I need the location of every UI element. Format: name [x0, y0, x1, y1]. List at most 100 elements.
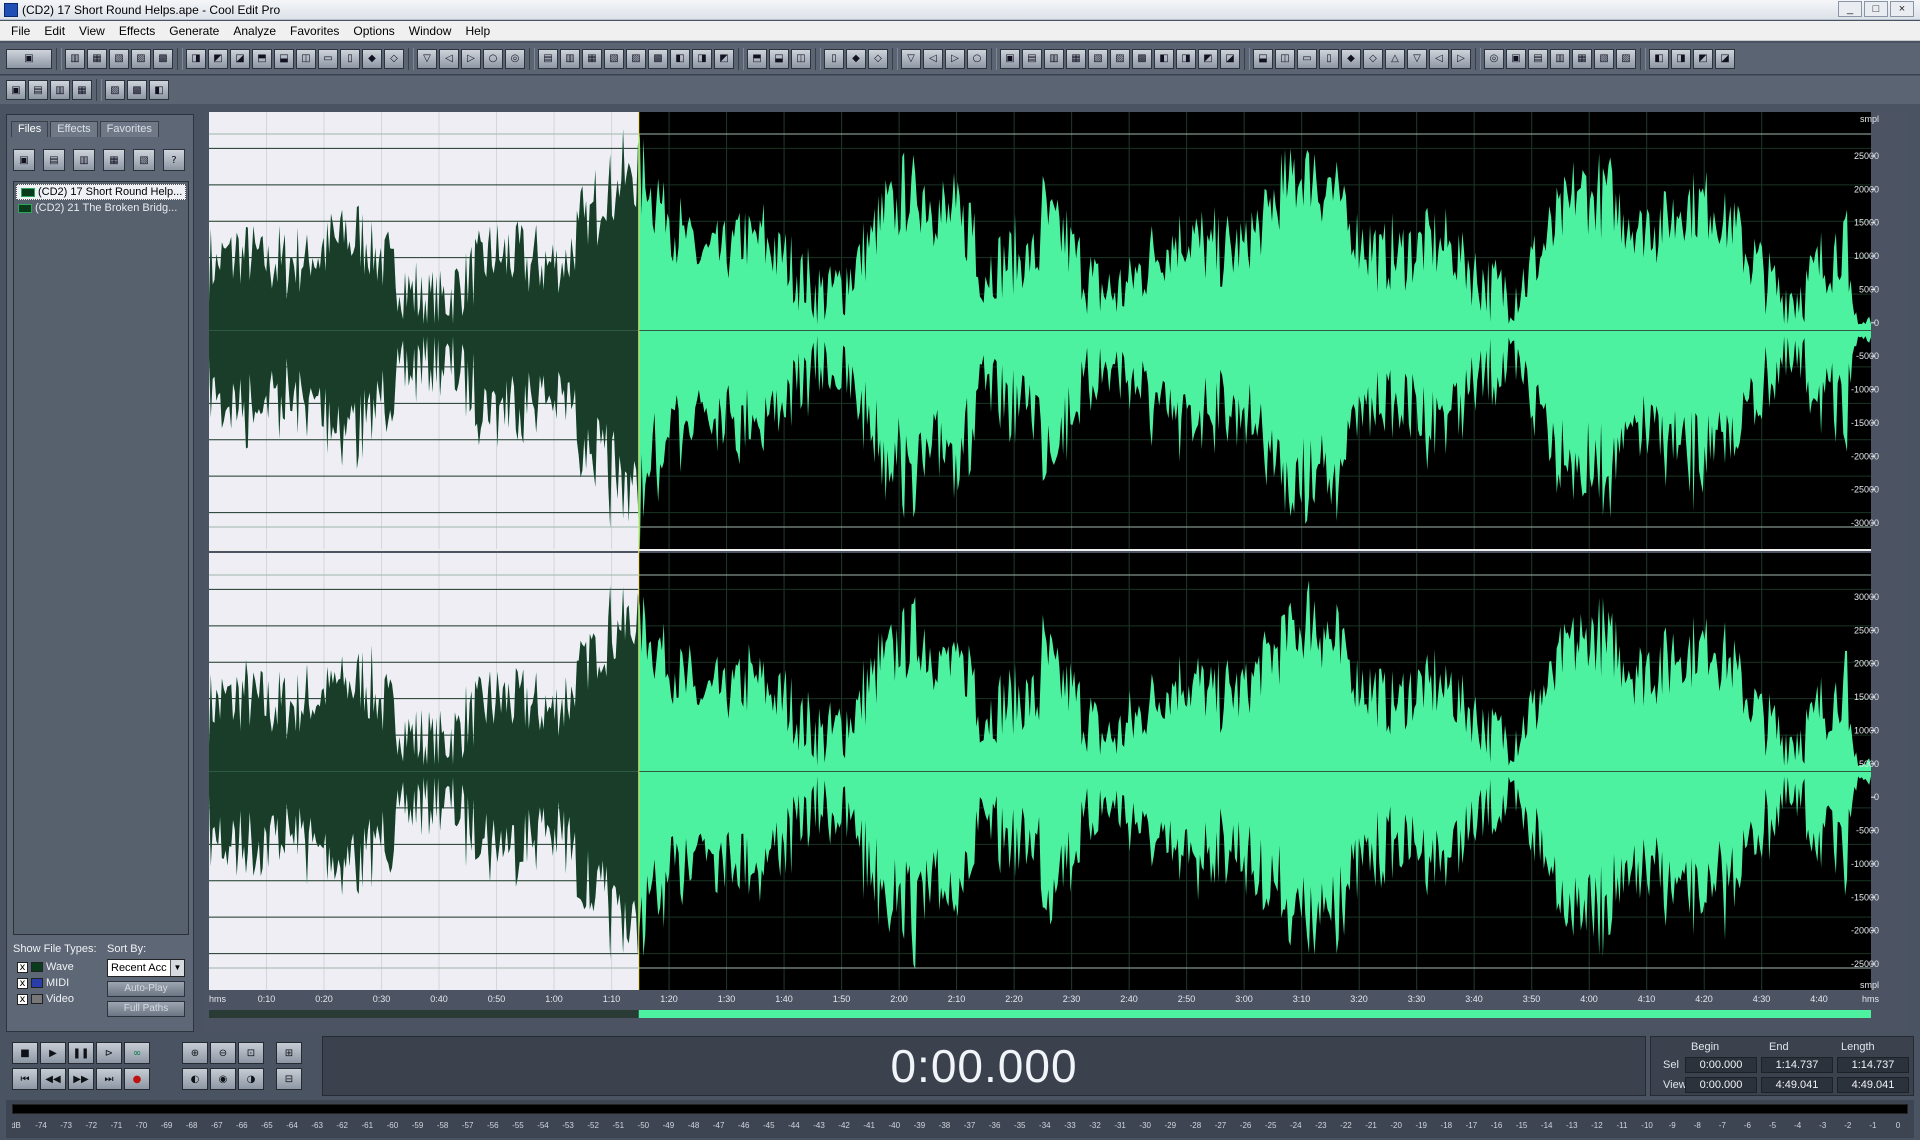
spectrum-icon[interactable]: ▯ — [824, 48, 844, 69]
grid-icon[interactable]: ◧ — [670, 48, 690, 69]
zoom-out-vertical-icon[interactable]: ⊟ — [276, 1068, 302, 1090]
key-icon[interactable]: ⬓ — [769, 48, 789, 69]
full-paths-button[interactable]: Full Paths — [107, 1001, 185, 1017]
c2-icon[interactable]: ◨ — [1671, 48, 1691, 69]
wave-checkbox[interactable]: x — [17, 961, 28, 973]
trim-icon[interactable]: ◇ — [384, 48, 404, 69]
menu-window[interactable]: Window — [402, 24, 459, 38]
markers-icon[interactable]: ◨ — [692, 48, 712, 69]
b6-icon[interactable]: ▧ — [1594, 48, 1614, 69]
fx2-icon[interactable]: ◁ — [923, 48, 943, 69]
undo-icon[interactable]: ◨ — [186, 48, 206, 69]
view-c-icon[interactable]: ▦ — [582, 48, 602, 69]
insert-multitrack-icon[interactable]: ▧ — [133, 149, 155, 171]
find-icon[interactable]: ◆ — [846, 48, 866, 69]
a2-icon[interactable]: ◫ — [1275, 48, 1295, 69]
fx3-icon[interactable]: ▷ — [945, 48, 965, 69]
save-all-icon[interactable]: ▩ — [153, 48, 173, 69]
b2-icon[interactable]: ▣ — [1506, 48, 1526, 69]
mix-paste-icon[interactable]: ◆ — [362, 48, 382, 69]
list-item[interactable]: (CD2) 17 Short Round Help... — [16, 184, 186, 200]
video-checkbox[interactable]: x — [17, 993, 28, 1005]
wave-a-icon[interactable]: ▣ — [6, 80, 26, 100]
a10-icon[interactable]: ▷ — [1451, 48, 1471, 69]
tab-effects[interactable]: Effects — [50, 121, 98, 137]
sel-end-field[interactable]: 1:14.737 — [1761, 1057, 1833, 1073]
time-ruler[interactable]: hms hms 0:10 0:20 0:30 0:40 0:50 1:00 1:10 1:20 1:… — [209, 990, 1881, 1020]
view-a-icon[interactable]: ▤ — [538, 48, 558, 69]
b3-icon[interactable]: ▤ — [1528, 48, 1548, 69]
zoom-selection-right-icon[interactable]: ◑ — [238, 1068, 264, 1090]
a9-icon[interactable]: ◁ — [1429, 48, 1449, 69]
close-file-icon[interactable]: ▧ — [109, 48, 129, 69]
tool5-icon[interactable]: ▧ — [1088, 48, 1108, 69]
b1-icon[interactable]: ◎ — [1484, 48, 1504, 69]
edit-c-icon[interactable]: ◧ — [149, 80, 169, 100]
loop-button[interactable]: ∞ — [124, 1042, 150, 1064]
fast-forward-button[interactable]: ▶▶ — [68, 1068, 94, 1090]
stretch-icon[interactable]: ◎ — [505, 48, 525, 69]
copy-icon[interactable]: ⬒ — [252, 48, 272, 69]
wave-c-icon[interactable]: ▥ — [50, 80, 70, 100]
zoom-in-vertical-icon[interactable]: ⊞ — [276, 1042, 302, 1064]
menu-favorites[interactable]: Favorites — [283, 24, 346, 38]
waveform-display[interactable]: 25000 20000 15000 10000 5000 0 -5000 -10000 -150… — [209, 112, 1881, 990]
spectral-icon[interactable]: ◩ — [714, 48, 734, 69]
a5-icon[interactable]: ◆ — [1341, 48, 1361, 69]
view-b-icon[interactable]: ▥ — [560, 48, 580, 69]
zoom-out-horizontal-icon[interactable]: ⊖ — [210, 1042, 236, 1064]
tool7-icon[interactable]: ▩ — [1132, 48, 1152, 69]
sel-length-field[interactable]: 1:14.737 — [1837, 1057, 1909, 1073]
tab-favorites[interactable]: Favorites — [99, 121, 159, 137]
menu-view[interactable]: View — [72, 24, 112, 38]
tab-files[interactable]: Files — [11, 121, 49, 137]
tool6-icon[interactable]: ▨ — [1110, 48, 1130, 69]
view-begin-field[interactable]: 0:00.000 — [1685, 1077, 1757, 1093]
tool4-icon[interactable]: ▦ — [1066, 48, 1086, 69]
minimize-button[interactable]: _ — [1838, 1, 1862, 17]
sort-by-select[interactable]: Recent Acc ▼ — [107, 959, 185, 977]
wave-b-icon[interactable]: ▤ — [28, 80, 48, 100]
list-item[interactable]: (CD2) 21 The Broken Bridg... — [14, 200, 188, 216]
zoom-sel-icon[interactable]: ▨ — [626, 48, 646, 69]
tool10-icon[interactable]: ◩ — [1198, 48, 1218, 69]
paste-icon[interactable]: ▭ — [318, 48, 338, 69]
zoom-in-horizontal-icon[interactable]: ⊕ — [182, 1042, 208, 1064]
new-file-icon[interactable]: ▥ — [65, 48, 85, 69]
fade-icon[interactable]: ▷ — [461, 48, 481, 69]
help-icon[interactable]: ◫ — [791, 48, 811, 69]
view-end-field[interactable]: 4:49.041 — [1761, 1077, 1833, 1093]
repeat-icon[interactable]: ◪ — [230, 48, 250, 69]
tool11-icon[interactable]: ◪ — [1220, 48, 1240, 69]
normalize-icon[interactable]: ◁ — [439, 48, 459, 69]
overview-visible-range[interactable] — [638, 1010, 1871, 1018]
copy-new-icon[interactable]: ⬓ — [274, 48, 294, 69]
edit-a-icon[interactable]: ▨ — [105, 80, 125, 100]
type-wave-row[interactable]: x Wave — [17, 961, 74, 973]
paste-new-icon[interactable]: ▯ — [340, 48, 360, 69]
zoom-full-icon[interactable]: ⊡ — [238, 1042, 264, 1064]
stop-search-icon[interactable]: ◇ — [868, 48, 888, 69]
go-to-end-button[interactable]: ⏭ — [96, 1068, 122, 1090]
b7-icon[interactable]: ▨ — [1616, 48, 1636, 69]
menu-edit[interactable]: Edit — [37, 24, 72, 38]
cut-icon[interactable]: ◫ — [296, 48, 316, 69]
tool1-icon[interactable]: ▣ — [1000, 48, 1020, 69]
b4-icon[interactable]: ▥ — [1550, 48, 1570, 69]
pause-button[interactable]: ❚❚ — [68, 1042, 94, 1064]
stop-button[interactable]: ■ — [12, 1042, 38, 1064]
fx4-icon[interactable]: ○ — [967, 48, 987, 69]
tool9-icon[interactable]: ◨ — [1176, 48, 1196, 69]
wave-d-icon[interactable]: ▦ — [72, 80, 92, 100]
save-file-icon[interactable]: ▨ — [131, 48, 151, 69]
play-to-end-button[interactable]: ⊳ — [96, 1042, 122, 1064]
menu-file[interactable]: File — [4, 24, 37, 38]
num-1-15-icon[interactable]: ▩ — [648, 48, 668, 69]
close-file-icon[interactable]: ▥ — [73, 149, 95, 171]
sel-begin-field[interactable]: 0:00.000 — [1685, 1057, 1757, 1073]
a4-icon[interactable]: ▯ — [1319, 48, 1339, 69]
open-file-icon[interactable]: ▦ — [87, 48, 107, 69]
b5-icon[interactable]: ▦ — [1572, 48, 1592, 69]
menu-options[interactable]: Options — [346, 24, 401, 38]
tool3-icon[interactable]: ▥ — [1044, 48, 1064, 69]
